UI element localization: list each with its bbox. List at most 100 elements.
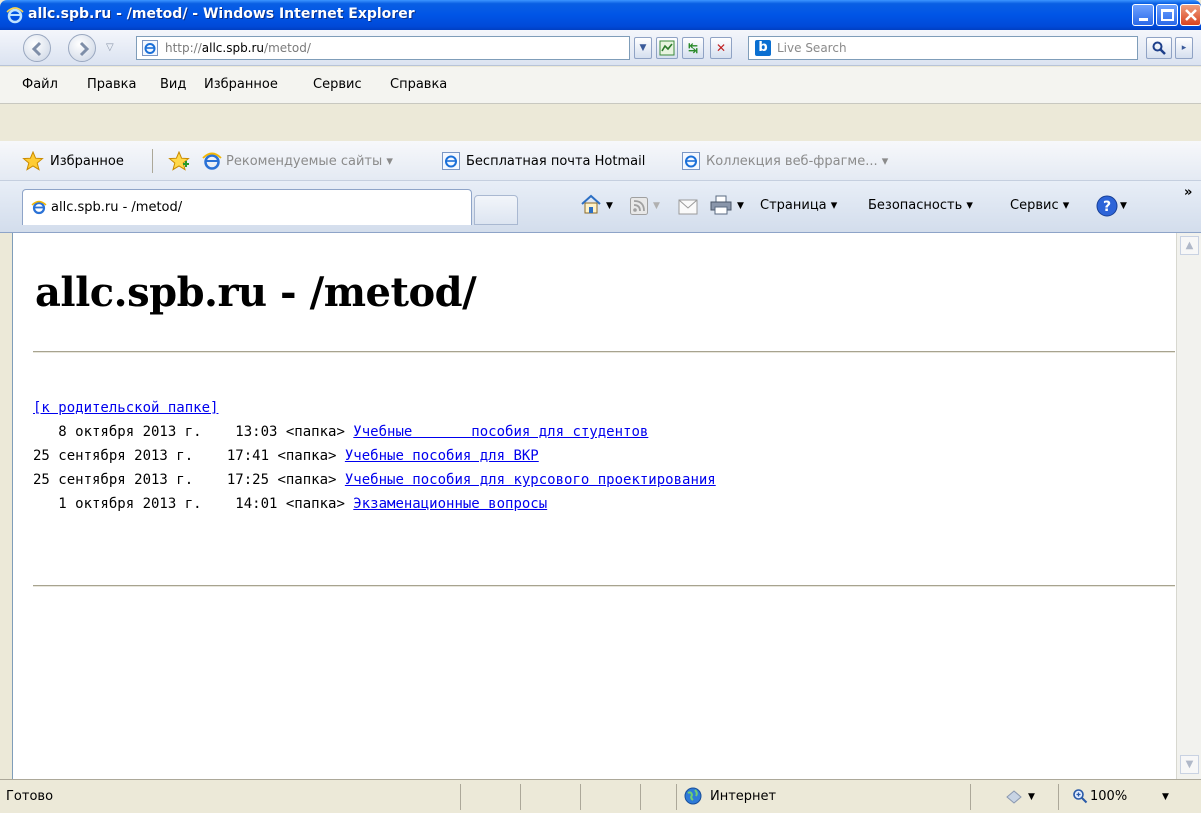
status-separator — [676, 784, 677, 810]
live-search-icon: b — [755, 40, 771, 56]
tools-menu-button[interactable]: Сервис ▾ — [1010, 198, 1069, 213]
page-heading: allc.spb.ru - /metod/ — [35, 269, 477, 316]
menu-tools[interactable]: Сервис — [313, 77, 362, 92]
forward-button[interactable] — [68, 34, 96, 62]
print-icon[interactable] — [710, 195, 732, 215]
mail-icon[interactable] — [678, 199, 698, 215]
new-tab-button[interactable] — [474, 195, 518, 225]
top-divider — [33, 351, 1175, 353]
hotmail-ie-icon — [442, 152, 460, 170]
folder-link[interactable]: Экзаменационные вопросы — [353, 496, 547, 512]
favorites-button[interactable]: Избранное — [50, 154, 124, 169]
feeds-dropdown-icon[interactable]: ▼ — [653, 201, 660, 211]
row-type: <папка> — [269, 472, 345, 488]
zoom-dropdown-icon[interactable]: ▼ — [1162, 792, 1169, 802]
menu-view[interactable]: Вид — [160, 77, 186, 92]
row-date: 25 сентября 2013 г. — [33, 472, 194, 488]
status-separator — [460, 784, 461, 810]
tab-ie-icon — [31, 200, 47, 215]
protected-mode-icon[interactable] — [1005, 789, 1023, 805]
toolbar-overflow-button[interactable]: » — [1184, 185, 1192, 200]
row-date: 25 сентября 2013 г. — [33, 448, 194, 464]
compatibility-view-button[interactable] — [656, 37, 678, 59]
folder-link[interactable]: Учебные пособия для ВКР — [345, 448, 539, 464]
suggested-sites-link[interactable]: Рекомендуемые сайты ▾ — [226, 154, 393, 169]
row-time: 17:25 — [193, 472, 270, 488]
parent-folder-link[interactable]: [к родительской папке] — [33, 400, 218, 416]
status-separator — [580, 784, 581, 810]
forward-arrow-icon — [79, 41, 90, 57]
list-item: 25 сентября 2013 г. 17:41 <папка> Учебны… — [33, 448, 539, 464]
row-type: <папка> — [269, 448, 345, 464]
search-options-button[interactable]: ▸ — [1175, 37, 1193, 59]
vertical-scrollbar[interactable]: ▲ ▼ — [1176, 233, 1201, 779]
status-separator — [970, 784, 971, 810]
zoom-icon — [1073, 789, 1088, 804]
tab-label: allc.spb.ru - /metod/ — [51, 200, 183, 215]
hotmail-link[interactable]: Бесплатная почта Hotmail — [466, 154, 645, 169]
web-slice-gallery-icon — [682, 152, 700, 170]
menu-favorites[interactable]: Избранное — [204, 77, 278, 92]
address-url: http://allc.spb.ru/metod/ — [165, 41, 311, 55]
list-item: 1 октября 2013 г. 14:01 <папка> Экзамена… — [33, 496, 547, 512]
directory-listing: [к родительской папке] 8 октября 2013 г.… — [33, 396, 716, 516]
suggested-sites-icon — [202, 152, 222, 170]
address-dropdown-button[interactable]: ▼ — [634, 37, 652, 59]
help-dropdown-icon[interactable]: ▼ — [1120, 201, 1127, 211]
zoom-level-button[interactable]: 100% — [1090, 789, 1127, 804]
folder-link[interactable]: Учебные пособия для студентов — [353, 424, 648, 440]
row-date: 8 октября 2013 г. — [33, 424, 202, 440]
home-icon[interactable] — [580, 194, 602, 214]
close-icon — [1185, 9, 1197, 21]
search-field[interactable]: b Live Search — [748, 36, 1138, 60]
search-button[interactable] — [1146, 37, 1172, 59]
scroll-down-button[interactable]: ▼ — [1180, 755, 1199, 774]
home-dropdown-icon[interactable]: ▼ — [606, 201, 613, 211]
favorites-separator — [152, 149, 153, 173]
status-separator — [1058, 784, 1059, 810]
add-to-favorites-bar-icon[interactable] — [168, 151, 190, 171]
row-time: 14:01 — [201, 496, 278, 512]
minimize-button[interactable] — [1132, 4, 1154, 26]
address-toolbar: ▽ http://allc.spb.ru/metod/ ▼ ↹ ✕ b Live… — [0, 30, 1201, 66]
stop-button[interactable]: ✕ — [710, 37, 732, 59]
protected-mode-dropdown-icon[interactable]: ▼ — [1028, 792, 1035, 802]
back-button[interactable] — [23, 34, 51, 62]
status-text: Готово — [6, 789, 54, 804]
tab-row: allc.spb.ru - /metod/ ▼ ▼ ▼ Страница ▾ Б… — [0, 181, 1201, 233]
address-field[interactable]: http://allc.spb.ru/metod/ — [136, 36, 630, 60]
menu-bar: Файл Правка Вид Избранное Сервис Справка — [0, 67, 1201, 104]
menu-help[interactable]: Справка — [390, 77, 447, 92]
compatibility-icon — [659, 40, 675, 56]
favorites-bar: Избранное Рекомендуемые сайты ▾ Бесплатн… — [0, 141, 1201, 181]
url-prefix: http:// — [165, 41, 202, 55]
refresh-button[interactable]: ↹ — [682, 37, 704, 59]
safety-menu-button[interactable]: Безопасность ▾ — [868, 198, 973, 213]
page-ie-icon — [142, 40, 158, 56]
print-dropdown-icon[interactable]: ▼ — [737, 201, 744, 211]
tab-active[interactable]: allc.spb.ru - /metod/ — [22, 189, 472, 225]
web-slice-gallery-link[interactable]: Коллекция веб-фрагме... ▾ — [706, 154, 888, 169]
scroll-up-button[interactable]: ▲ — [1180, 236, 1199, 255]
url-path: /metod/ — [264, 41, 311, 55]
row-time: 17:41 — [193, 448, 270, 464]
page-menu-button[interactable]: Страница ▾ — [760, 198, 837, 213]
menu-file[interactable]: Файл — [22, 77, 58, 92]
svg-text:?: ? — [1103, 199, 1111, 215]
close-button[interactable] — [1180, 4, 1201, 26]
row-type: <папка> — [277, 424, 354, 440]
security-zone-label[interactable]: Интернет — [710, 789, 776, 804]
bottom-divider — [33, 585, 1175, 587]
back-arrow-icon — [31, 41, 42, 57]
window-title: allc.spb.ru - /metod/ - Windows Internet… — [28, 6, 415, 22]
row-type: <папка> — [277, 496, 354, 512]
internet-zone-icon — [684, 787, 702, 805]
menu-edit[interactable]: Правка — [87, 77, 136, 92]
feeds-icon[interactable] — [630, 197, 648, 215]
folder-link[interactable]: Учебные пособия для курсового проектиров… — [345, 472, 716, 488]
help-icon[interactable]: ? — [1096, 195, 1118, 217]
search-placeholder: Live Search — [777, 41, 847, 55]
history-dropdown-icon[interactable]: ▽ — [106, 42, 114, 53]
url-host: allc.spb.ru — [201, 41, 265, 55]
maximize-button[interactable] — [1156, 4, 1178, 26]
